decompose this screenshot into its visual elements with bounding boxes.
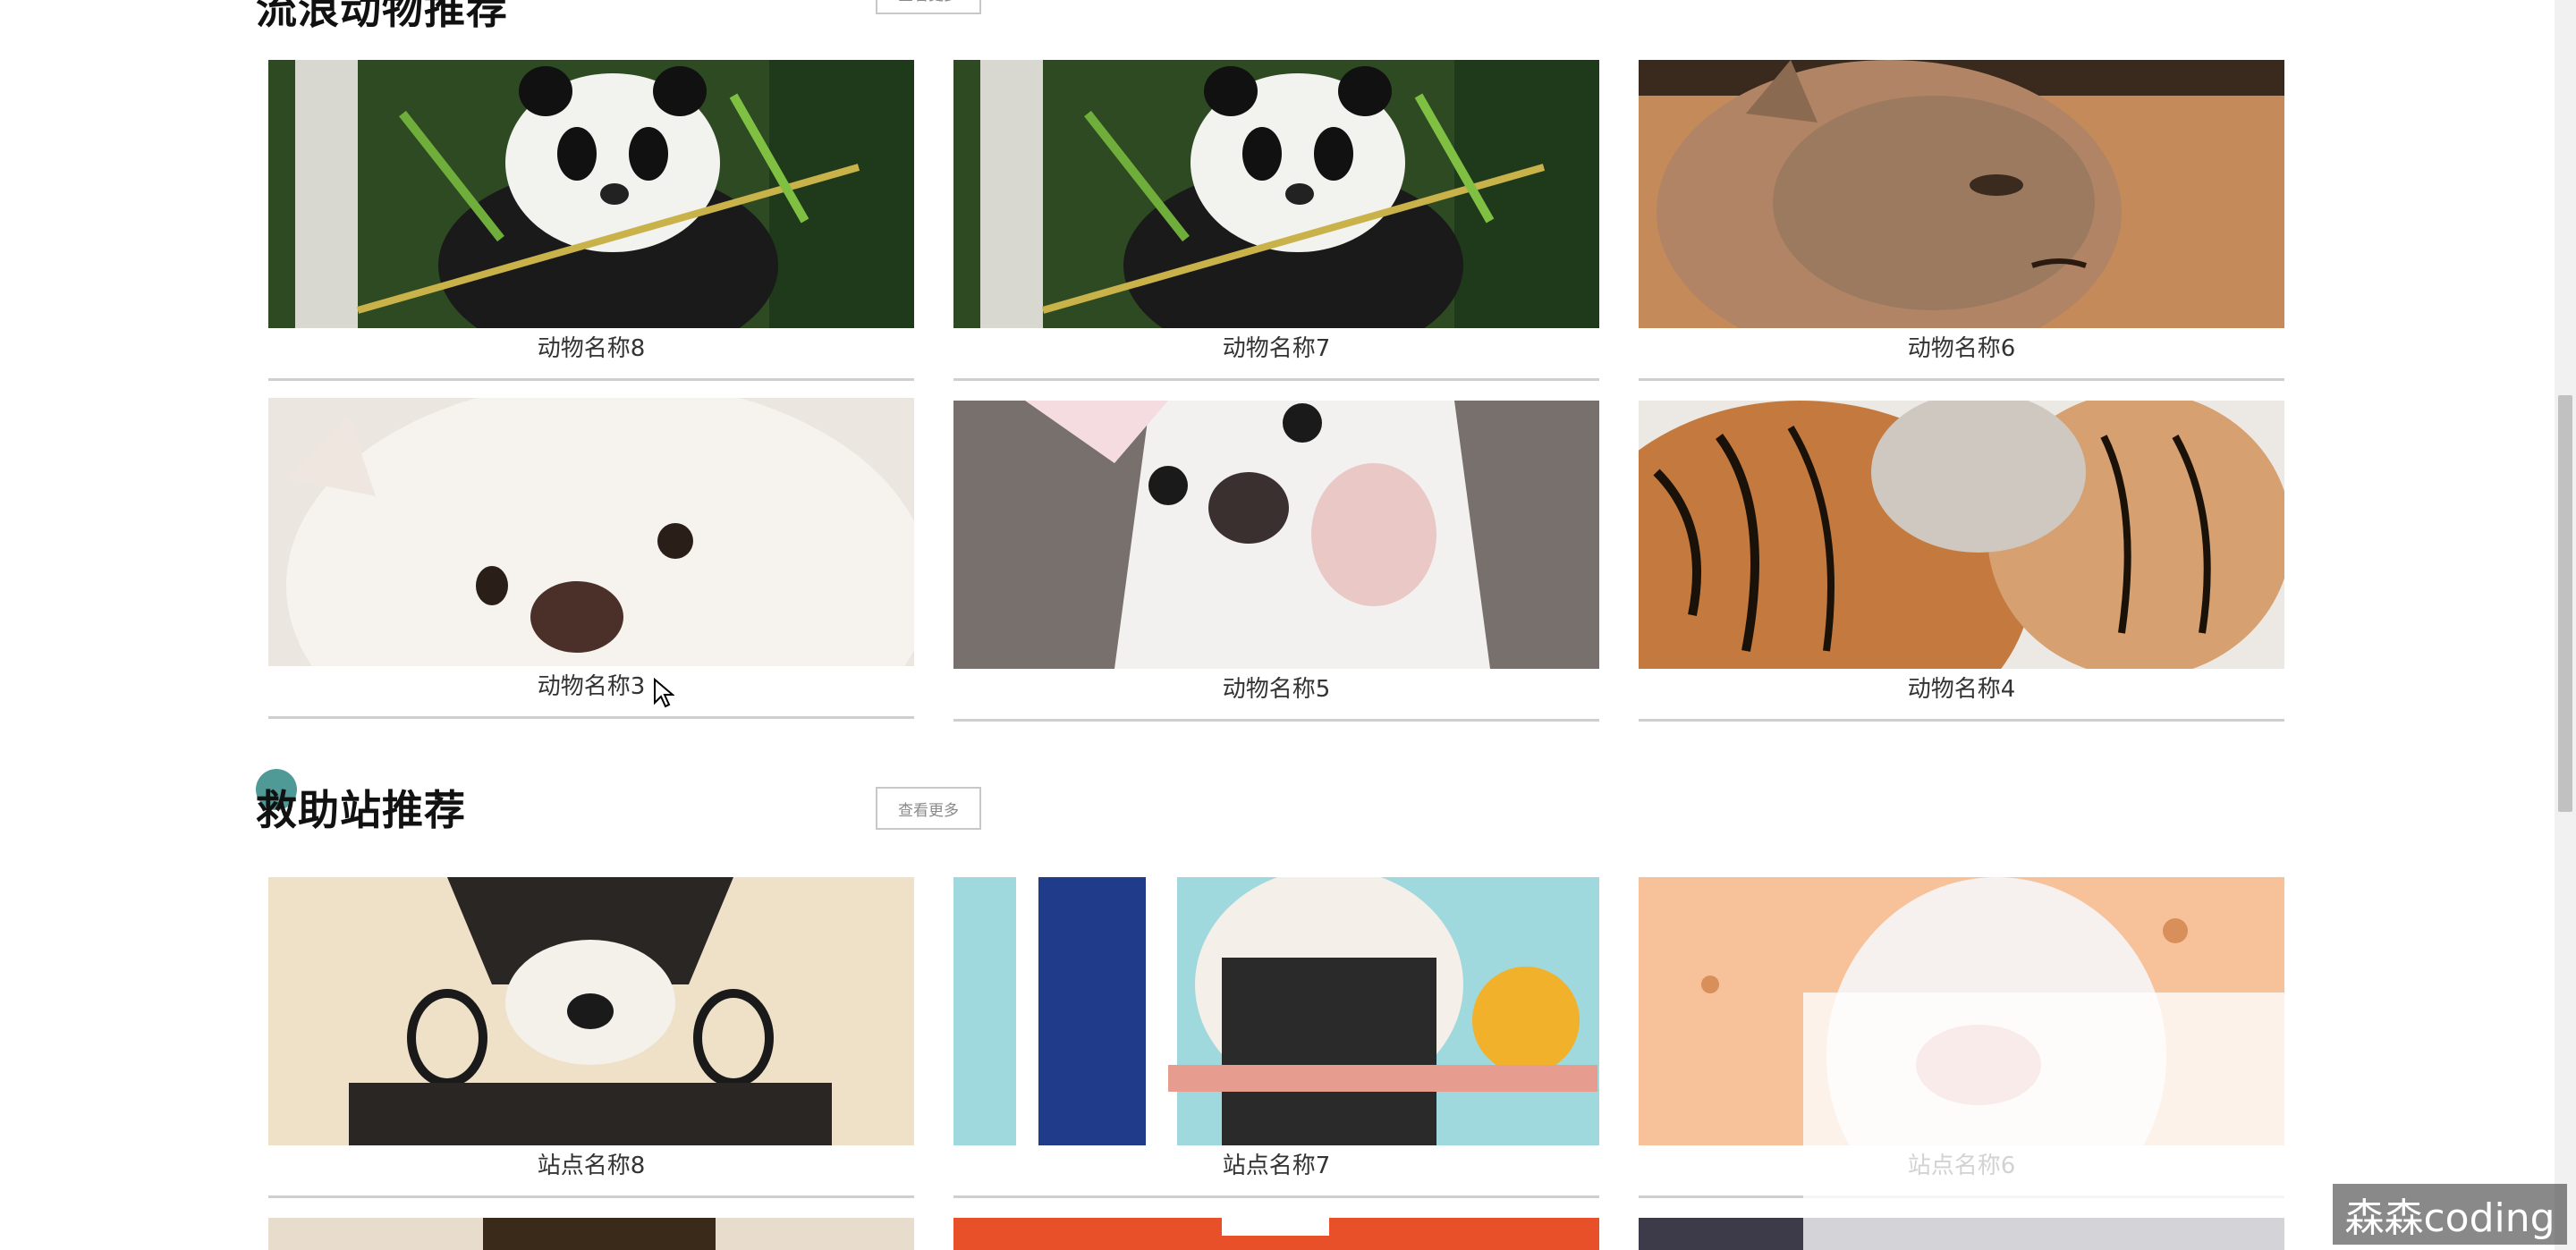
animal-image[interactable] — [268, 398, 914, 666]
station-card[interactable]: 站点名称8 — [268, 877, 914, 1199]
card-divider — [268, 716, 914, 719]
animal-card[interactable]: 动物名称7 — [953, 60, 1599, 382]
card-divider — [1639, 378, 2284, 381]
station-section-title: 救助站推荐 — [256, 786, 466, 834]
animal-card[interactable]: 动物名称8 — [268, 60, 914, 382]
station-card[interactable] — [268, 1218, 914, 1250]
animal-name[interactable]: 动物名称5 — [953, 671, 1599, 707]
mouse-cursor-icon — [654, 678, 674, 708]
animal-name[interactable]: 动物名称4 — [1639, 671, 2284, 707]
white-dog-photo — [268, 398, 914, 666]
animal-name[interactable]: 动物名称7 — [953, 331, 1599, 367]
lynx-photo — [1639, 60, 2284, 328]
animal-image[interactable] — [1639, 60, 2284, 328]
station-more-button[interactable]: 查看更多 — [876, 787, 981, 830]
station-name[interactable]: 站点名称7 — [953, 1148, 1599, 1184]
station-image[interactable] — [268, 1218, 914, 1250]
card-divider — [1639, 719, 2284, 722]
french-bulldog-photo — [953, 401, 1599, 669]
tigers-photo — [1639, 401, 2284, 669]
panda-photo — [268, 60, 914, 328]
card-divider — [268, 378, 914, 381]
animal-image[interactable] — [953, 401, 1599, 669]
animal-section-title: 流浪动物推荐 — [256, 0, 508, 33]
animal-name[interactable]: 动物名称8 — [268, 331, 914, 367]
station-name[interactable]: 站点名称8 — [268, 1148, 914, 1184]
animal-name[interactable]: 动物名称6 — [1639, 331, 2284, 367]
panda-photo — [953, 60, 1599, 328]
card-divider — [953, 378, 1599, 381]
animal-image[interactable] — [953, 60, 1599, 328]
card-divider — [953, 719, 1599, 722]
station-card[interactable]: 站点名称7 — [953, 877, 1599, 1199]
animal-image[interactable] — [268, 60, 914, 328]
pet-cartoon-poster — [953, 877, 1599, 1145]
animal-more-button[interactable]: 查看更多 — [876, 0, 981, 14]
husky-logo-poster — [268, 877, 914, 1145]
station-image[interactable] — [268, 877, 914, 1145]
blur-overlay — [1803, 992, 2358, 1250]
station-image[interactable] — [953, 1218, 1599, 1250]
animal-name[interactable]: 动物名称3 — [268, 669, 914, 705]
watermark: 森森coding — [2333, 1184, 2567, 1245]
card-divider — [953, 1195, 1599, 1198]
animal-card[interactable]: 动物名称6 — [1639, 60, 2284, 382]
station-image[interactable] — [953, 877, 1599, 1145]
vertical-scrollbar[interactable] — [2555, 0, 2576, 1250]
station-card[interactable] — [953, 1218, 1599, 1250]
red-poster — [953, 1218, 1599, 1250]
dog-photo — [268, 1218, 914, 1250]
animal-card[interactable]: 动物名称4 — [1639, 401, 2284, 722]
animal-card[interactable]: 动物名称5 — [953, 401, 1599, 722]
scrollbar-thumb[interactable] — [2558, 395, 2572, 812]
card-divider — [268, 1195, 914, 1198]
animal-card[interactable]: 动物名称3 — [268, 398, 914, 720]
animal-image[interactable] — [1639, 401, 2284, 669]
